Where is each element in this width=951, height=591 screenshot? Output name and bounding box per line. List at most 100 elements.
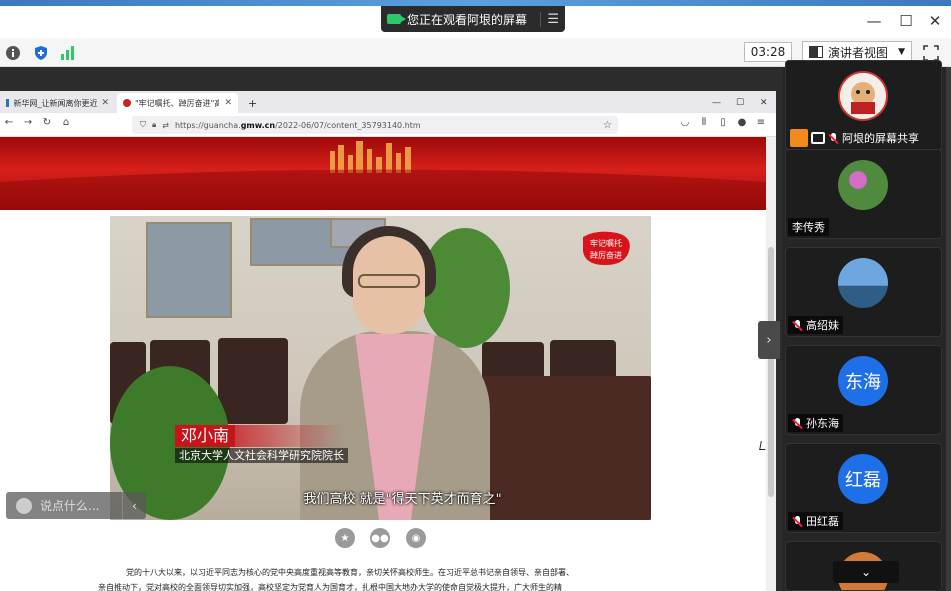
bookmark-star-icon[interactable]: ☆ bbox=[603, 120, 612, 131]
participant-name-tag: 孙东海 bbox=[788, 414, 843, 432]
participant-scrollbar[interactable] bbox=[946, 67, 951, 591]
participant-name: 孙东海 bbox=[806, 417, 839, 430]
name-caption-text: 邓小南 bbox=[175, 425, 236, 447]
favicon-icon bbox=[6, 99, 10, 107]
article-body: 党的十八大以来，以习近平同志为核心的党中央高度重视高等教育，亲切关怀高校师生。在… bbox=[98, 565, 650, 591]
name-caption-fade bbox=[235, 425, 346, 447]
participant-tile[interactable]: 高绍妹 bbox=[785, 247, 942, 337]
url-path: /2022-06/07/content_35793140.htm bbox=[275, 120, 421, 130]
url-text: https://guancha.gmw.cn/2022-06/07/conten… bbox=[175, 121, 421, 130]
scroll-down-button[interactable]: ⌄ bbox=[833, 561, 899, 583]
back-icon[interactable]: ← bbox=[2, 117, 16, 128]
chevron-down-icon: ⌄ bbox=[860, 565, 872, 579]
new-tab-icon[interactable]: + bbox=[242, 93, 258, 113]
chevron-down-icon: ▼ bbox=[898, 47, 905, 57]
video-subtitle: 我们高校 就是"得天下英才而育之" bbox=[303, 492, 502, 507]
meeting-timer: 03:28 bbox=[744, 42, 792, 62]
home-icon[interactable]: ⌂ bbox=[59, 117, 73, 128]
page-red-banner bbox=[0, 137, 766, 210]
comment-collapse-icon[interactable]: ‹ bbox=[122, 492, 146, 519]
browser-close-icon[interactable]: ✕ bbox=[754, 93, 770, 113]
reload-icon[interactable]: ↻ bbox=[40, 117, 54, 128]
logo-text-2: 踔厉奋进 bbox=[590, 250, 622, 260]
browser-scroll-thumb[interactable] bbox=[768, 247, 774, 497]
camera-icon bbox=[387, 14, 406, 24]
comment-bar[interactable]: 说点什么... ‹ bbox=[6, 492, 146, 519]
favicon-icon bbox=[123, 99, 131, 107]
comment-placeholder: 说点什么... bbox=[40, 499, 100, 513]
maximize-icon[interactable]: ☐ bbox=[894, 10, 918, 32]
role-caption: 北京大学人文社会科学研究院院长 bbox=[175, 448, 348, 463]
url-domain: gmw.cn bbox=[240, 120, 276, 130]
avatar bbox=[838, 160, 888, 210]
screen-share-banner-label: 您正在观看阿垠的屏幕 bbox=[407, 12, 528, 27]
avatar: 东海 bbox=[838, 356, 888, 406]
pocket-icon[interactable]: ◡ bbox=[678, 117, 692, 128]
participant-name: 田红磊 bbox=[806, 515, 839, 528]
browser-minimize-icon[interactable]: — bbox=[706, 93, 722, 113]
host-icon bbox=[790, 129, 808, 147]
account-icon[interactable]: ● bbox=[735, 117, 749, 128]
avatar bbox=[838, 258, 888, 308]
reader-view-icon[interactable]: ▯ bbox=[716, 117, 730, 128]
participant-name-tag: 高绍妹 bbox=[788, 316, 843, 334]
permissions-icon: ⇄ bbox=[162, 120, 169, 130]
participant-tile[interactable]: 李传秀 bbox=[785, 149, 942, 239]
article-line: 党的十八大以来，以习近平同志为核心的党中央高度重视高等教育，亲切关怀高校师生。在… bbox=[126, 568, 574, 577]
tab-label: "牢记嘱托、踔厉奋进"高校访谈 bbox=[135, 98, 219, 108]
security-shield-icon[interactable] bbox=[32, 44, 50, 62]
lock-icon: 🔒︎ bbox=[152, 120, 157, 129]
share-weibo-icon[interactable]: ◉ bbox=[406, 528, 426, 548]
participant-name-tag: 李传秀 bbox=[788, 218, 829, 236]
emoji-icon[interactable] bbox=[16, 497, 32, 514]
shield-outline-icon: ⛉ bbox=[140, 120, 146, 129]
browser-navbar: ← → ↻ ⌂ ⛉ 🔒︎ ⇄ https://guancha.gmw.cn/20… bbox=[0, 113, 776, 137]
avatar bbox=[838, 71, 888, 121]
panel-collapse-button[interactable]: › bbox=[758, 321, 780, 359]
participant-name: 李传秀 bbox=[792, 221, 825, 234]
browser-scrollbar[interactable] bbox=[766, 137, 776, 591]
skyline-decoration bbox=[0, 141, 766, 210]
web-page: 牢记嘱托 踔厉奋进 邓小南 北京大学人文社会科学研究院院长 我们高校 就是"得天… bbox=[0, 137, 766, 591]
avatar: 红磊 bbox=[838, 454, 888, 504]
minimize-icon[interactable]: — bbox=[862, 10, 886, 32]
browser-tab-1[interactable]: 新华网_让新闻离你更近 ✕ bbox=[0, 93, 115, 113]
info-icon[interactable] bbox=[4, 44, 22, 62]
tab-close-icon[interactable]: ✕ bbox=[224, 98, 232, 108]
mascot-avatar-icon bbox=[851, 82, 875, 114]
forward-icon[interactable]: → bbox=[21, 117, 35, 128]
participant-tile[interactable]: 东海 孙东海 bbox=[785, 345, 942, 435]
address-bar[interactable]: ⛉ 🔒︎ ⇄ https://guancha.gmw.cn/2022-06/07… bbox=[132, 116, 618, 134]
article-line: 亲自推动下，党对高校的全面领导切实加强，高校坚定为党育人为国育才，扎根中国大地办… bbox=[98, 583, 562, 591]
banner-menu-icon[interactable]: ☰ bbox=[540, 11, 559, 27]
mic-muted-icon bbox=[792, 515, 803, 527]
meeting-window: 您正在观看阿垠的屏幕 ☰ — ☐ ✕ 03:28 演讲者视图 ▼ 新华网_让新闻… bbox=[0, 0, 951, 591]
wall-poster bbox=[146, 222, 232, 318]
mic-muted-icon bbox=[828, 132, 839, 144]
mic-muted-icon bbox=[792, 319, 803, 331]
browser-maximize-icon[interactable]: ☐ bbox=[730, 93, 746, 113]
interview-video[interactable]: 牢记嘱托 踔厉奋进 邓小南 北京大学人文社会科学研究院院长 我们高校 就是"得天… bbox=[110, 216, 651, 520]
library-icon[interactable]: ⫴ bbox=[697, 117, 711, 128]
program-logo: 牢记嘱托 踔厉奋进 bbox=[583, 231, 630, 265]
screen-share-icon bbox=[811, 132, 825, 144]
share-wechat-icon[interactable]: ●● bbox=[370, 528, 390, 548]
tab-close-icon[interactable]: ✕ bbox=[101, 98, 109, 108]
url-prefix: https://guancha. bbox=[174, 120, 241, 130]
tab-label: 新华网_让新闻离你更近 bbox=[13, 98, 98, 108]
name-caption: 邓小南 bbox=[175, 425, 346, 447]
participant-name-tag: 田红磊 bbox=[788, 512, 843, 530]
participant-name-tag: 阿垠的屏幕共享 bbox=[786, 129, 923, 147]
network-signal-icon[interactable] bbox=[59, 44, 77, 62]
participant-name: 高绍妹 bbox=[806, 319, 839, 332]
interviewee-glasses bbox=[358, 274, 420, 288]
menu-icon[interactable]: ≡ bbox=[754, 117, 768, 128]
close-icon[interactable]: ✕ bbox=[923, 10, 947, 32]
participant-name: 阿垠的屏幕共享 bbox=[842, 132, 919, 145]
participant-tile[interactable]: 阿垠的屏幕共享 bbox=[785, 60, 942, 150]
share-star-icon[interactable]: ★ bbox=[335, 528, 355, 548]
screen-share-banner[interactable]: 您正在观看阿垠的屏幕 ☰ bbox=[381, 6, 565, 32]
browser-tab-2[interactable]: "牢记嘱托、踔厉奋进"高校访谈 ✕ bbox=[117, 93, 238, 113]
view-mode-label: 演讲者视图 bbox=[828, 45, 889, 60]
participant-tile[interactable]: 红磊 田红磊 bbox=[785, 443, 942, 533]
